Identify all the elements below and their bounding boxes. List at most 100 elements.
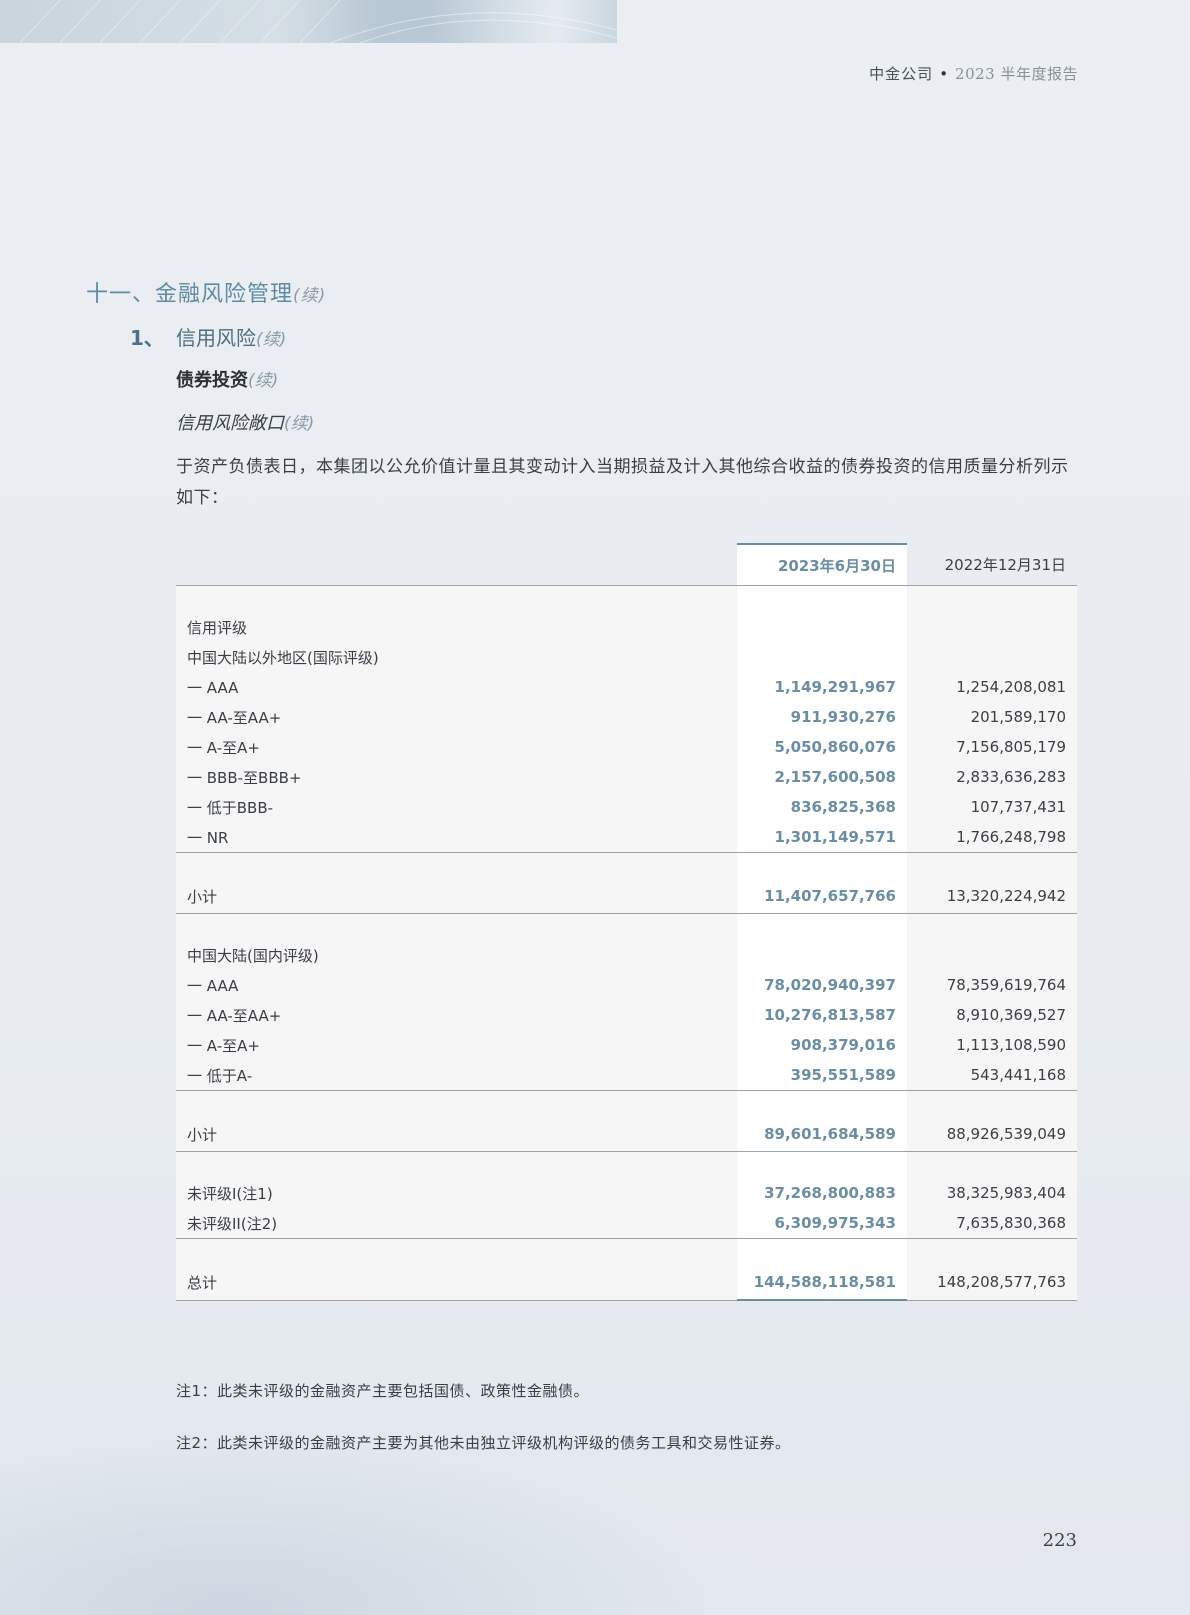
subsection-cont: (续) [256,330,287,350]
value-2023: 89,601,684,589 [737,1117,907,1152]
value-2022: 13,320,224,942 [907,879,1077,914]
value-2023: 37,268,800,883 [737,1178,907,1208]
table-row: 中国大陆以外地区(国际评级) [176,642,1077,672]
value-2023: 836,825,368 [737,792,907,822]
spacer-row [176,1238,1077,1265]
value-2022: 148,208,577,763 [907,1265,1077,1301]
row-label: 一 AAA [176,672,737,702]
section-title: 十一、金融风险管理(续) [86,276,326,308]
table-row: 中国大陆(国内评级) [176,940,1077,970]
table-header-row: 2023年6月30日 2022年12月31日 [176,543,1077,586]
subsection-title-text: 信用风险 [176,326,256,350]
credit-quality-table: 2023年6月30日 2022年12月31日 信用评级 中国大陆以外地区(国际评… [176,543,1077,1301]
subsubsection-cont: (续) [248,371,279,391]
banner-pattern-icon [19,0,617,43]
value-2022: 543,441,168 [907,1060,1077,1091]
subsection-title: 1、 信用风险(续) [130,322,286,351]
value-2023: 5,050,860,076 [737,732,907,762]
row-label: 一 AA-至AA+ [176,702,737,732]
value-2023: 1,301,149,571 [737,822,907,853]
table-row: 未评级II(注2) 6,309,975,343 7,635,830,368 [176,1208,1077,1239]
row-label: 总计 [176,1265,737,1301]
table-row: 一 BBB-至BBB+ 2,157,600,508 2,833,636,283 [176,762,1077,792]
note-2: 注2：此类未评级的金融资产主要为其他未由独立评级机构评级的债务工具和交易性证券。 [176,1434,791,1452]
total-row: 总计 144,588,118,581 148,208,577,763 [176,1265,1077,1301]
row-label: 一 BBB-至BBB+ [176,762,737,792]
row-label: 一 A-至A+ [176,1030,737,1060]
value-2023: 144,588,118,581 [737,1265,907,1301]
column-header-2022: 2022年12月31日 [944,556,1066,574]
subtotal-row: 小计 89,601,684,589 88,926,539,049 [176,1117,1077,1152]
table-row: 一 A-至A+ 908,379,016 1,113,108,590 [176,1030,1077,1060]
row-label: 小计 [176,1117,737,1152]
row-label: 中国大陆以外地区(国际评级) [176,642,737,672]
row-label: 中国大陆(国内评级) [176,940,737,970]
value-2022: 1,766,248,798 [907,822,1077,853]
row-label: 一 A-至A+ [176,732,737,762]
table-row: 一 AA-至AA+ 911,930,276 201,589,170 [176,702,1077,732]
value-2022: 7,156,805,179 [907,732,1077,762]
row-label: 信用评级 [176,612,737,642]
value-2022: 78,359,619,764 [907,970,1077,1000]
value-2022: 1,254,208,081 [907,672,1077,702]
table-row: 未评级I(注1) 37,268,800,883 38,325,983,404 [176,1178,1077,1208]
row-label: 一 AA-至AA+ [176,1000,737,1030]
row-label: 一 低于A- [176,1060,737,1091]
table-row: 一 AA-至AA+ 10,276,813,587 8,910,369,527 [176,1000,1077,1030]
header-separator: • [939,65,950,83]
row-label: 一 AAA [176,970,737,1000]
spacer-row [176,1151,1077,1178]
value-2022: 8,910,369,527 [907,1000,1077,1030]
column-header-2023: 2023年6月30日 [737,543,907,586]
running-header: 中金公司 • 2023 半年度报告 [869,63,1078,84]
decorative-banner [0,0,617,43]
table-row: 一 低于A- 395,551,589 543,441,168 [176,1060,1077,1091]
value-2022: 2,833,636,283 [907,762,1077,792]
value-2023: 6,309,975,343 [737,1208,907,1239]
subsubsection-title-text: 债券投资 [176,370,248,391]
section-title-text: 十一、金融风险管理 [86,282,294,307]
subtotal-row: 小计 11,407,657,766 13,320,224,942 [176,879,1077,914]
header-company: 中金公司 [869,65,934,83]
value-2023: 908,379,016 [737,1030,907,1060]
subsubsubsection-title: 信用风险敞口(续) [176,409,314,435]
spacer-row [176,1090,1077,1117]
value-2023: 2,157,600,508 [737,762,907,792]
row-label: 一 低于BBB- [176,792,737,822]
row-label: 未评级II(注2) [176,1208,737,1239]
value-2023: 10,276,813,587 [737,1000,907,1030]
note-1: 注1：此类未评级的金融资产主要包括国债、政策性金融债。 [176,1382,590,1400]
subsubsubsection-cont: (续) [284,414,315,434]
spacer-row [176,913,1077,940]
value-2023: 1,149,291,967 [737,672,907,702]
spacer-row [176,585,1077,612]
table-row: 一 NR 1,301,149,571 1,766,248,798 [176,822,1077,853]
value-2022: 88,926,539,049 [907,1117,1077,1152]
subsubsection-title: 债券投资(续) [176,366,278,392]
value-2022: 201,589,170 [907,702,1077,732]
value-2023: 11,407,657,766 [737,879,907,914]
subsubsubsection-title-text: 信用风险敞口 [176,413,284,434]
value-2022: 1,113,108,590 [907,1030,1077,1060]
header-report: 2023 半年度报告 [955,65,1078,83]
row-label: 一 NR [176,822,737,853]
intro-paragraph: 于资产负债表日，本集团以公允价值计量且其变动计入当期损益及计入其他综合收益的债券… [176,457,1069,508]
subsection-number: 1、 [130,326,164,350]
table-row: 一 AAA 1,149,291,967 1,254,208,081 [176,672,1077,702]
table-row: 一 AAA 78,020,940,397 78,359,619,764 [176,970,1077,1000]
spacer-row [176,852,1077,879]
table-row: 一 低于BBB- 836,825,368 107,737,431 [176,792,1077,822]
row-label: 未评级I(注1) [176,1178,737,1208]
value-2023: 395,551,589 [737,1060,907,1091]
value-2023: 78,020,940,397 [737,970,907,1000]
table-row: 信用评级 [176,612,1077,642]
value-2023: 911,930,276 [737,702,907,732]
header-blank [176,544,737,586]
row-label: 小计 [176,879,737,914]
section-cont: (续) [293,286,327,306]
table-row: 一 A-至A+ 5,050,860,076 7,156,805,179 [176,732,1077,762]
value-2022: 7,635,830,368 [907,1208,1077,1239]
value-2022: 38,325,983,404 [907,1178,1077,1208]
value-2022: 107,737,431 [907,792,1077,822]
page-number: 223 [1042,1530,1077,1551]
